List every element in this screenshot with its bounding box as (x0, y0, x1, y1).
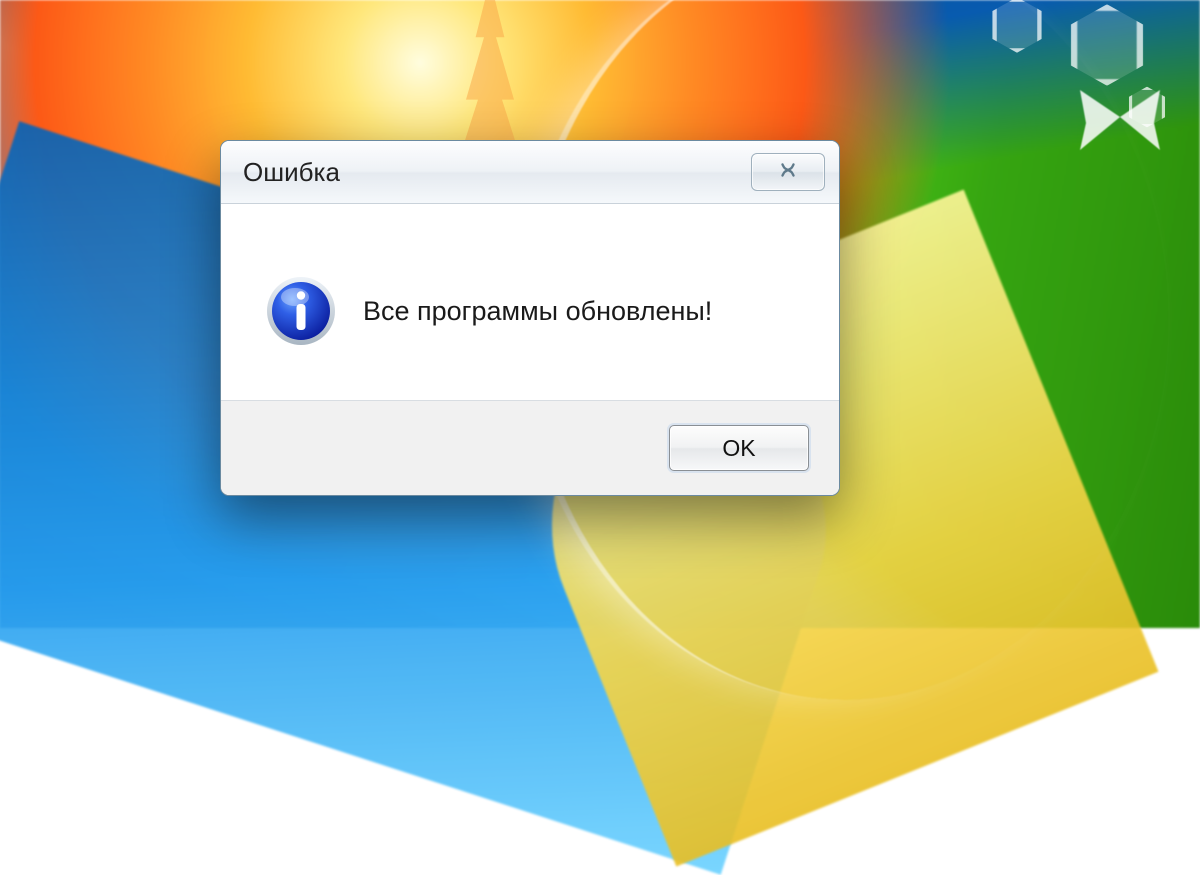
dialog-title: Ошибка (243, 157, 340, 188)
dialog-message: Все программы обновлены! (363, 296, 712, 327)
wallpaper-butterfly (1080, 90, 1160, 150)
dialog-titlebar[interactable]: Ошибка (221, 141, 839, 204)
dialog-footer: OK (221, 400, 839, 495)
ok-button[interactable]: OK (669, 425, 809, 471)
close-button[interactable] (751, 153, 825, 191)
dialog-body: Все программы обновлены! (221, 204, 839, 400)
close-icon (777, 159, 799, 186)
info-icon (265, 275, 337, 347)
error-dialog: Ошибка (220, 140, 840, 496)
